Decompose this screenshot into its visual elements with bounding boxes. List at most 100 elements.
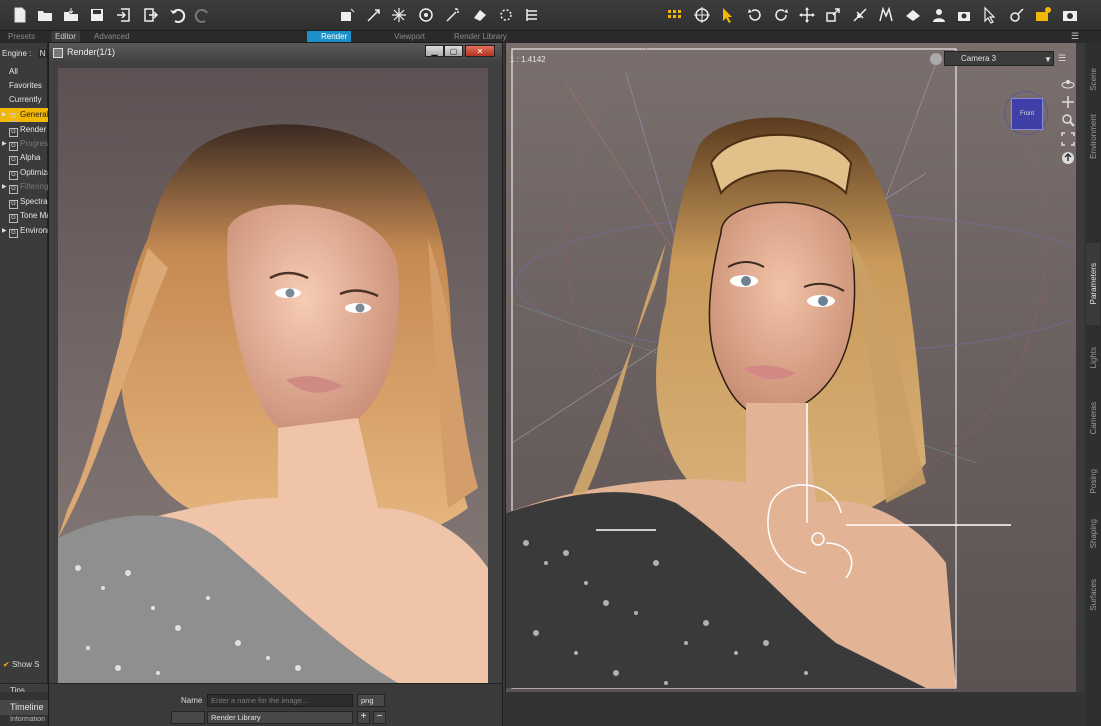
pane-menu-icon[interactable]: ☰ <box>1066 31 1084 43</box>
tab-cameras[interactable]: Cameras <box>1086 393 1100 443</box>
tab-parameters[interactable]: Parameters <box>1086 243 1100 325</box>
group-icon: G <box>9 156 18 165</box>
region-nav-icon[interactable] <box>1007 5 1027 25</box>
view-options-icon[interactable] <box>930 53 942 65</box>
rotate-icon[interactable] <box>745 5 765 25</box>
export-icon[interactable] <box>140 5 160 25</box>
tab-posing[interactable]: Posing <box>1086 461 1100 501</box>
maximize-button[interactable]: ▢ <box>444 45 463 57</box>
tab-presets[interactable]: Presets <box>4 31 39 43</box>
grid-icon[interactable] <box>665 5 685 25</box>
section-spectral[interactable]: G Spectral <box>0 195 48 209</box>
show-sub-checkbox[interactable]: ✔ Show S <box>3 660 40 669</box>
redo-icon[interactable] <box>193 5 213 25</box>
tab-shaping[interactable]: Shaping <box>1086 511 1100 557</box>
render-window[interactable]: Render(1/1) ▁ ▢ ✕ Name Enter a name for … <box>48 42 503 726</box>
chevron-down-icon: ▼ <box>1044 55 1052 64</box>
main-toolbar <box>0 0 1101 31</box>
filter-all[interactable]: All <box>0 65 48 79</box>
destination-select[interactable]: Render Library <box>207 711 353 724</box>
shader-icon[interactable] <box>443 5 463 25</box>
group-icon: G <box>9 113 18 122</box>
tab-timeline[interactable]: Timeline <box>0 700 48 715</box>
joint-editor-icon[interactable] <box>850 5 870 25</box>
image-preview-icon[interactable] <box>171 711 205 724</box>
section-general[interactable]: ▶ G General <box>0 108 48 122</box>
bars-icon[interactable] <box>522 5 542 25</box>
tab-information[interactable]: Information <box>0 716 48 726</box>
section-optimization[interactable]: GOptimization <box>0 166 48 180</box>
render-icon[interactable] <box>364 5 384 25</box>
new-file-icon[interactable] <box>10 5 30 25</box>
name-label: Name <box>181 696 203 705</box>
translate-icon[interactable] <box>797 5 817 25</box>
expand-arrow-icon: ▶ <box>2 112 7 118</box>
close-button[interactable]: ✕ <box>465 45 495 57</box>
node-weight-icon[interactable] <box>876 5 896 25</box>
section-filtering[interactable]: ▶ G Filtering <box>0 180 48 194</box>
undo-icon[interactable] <box>167 5 187 25</box>
universal-tool-icon[interactable] <box>692 5 712 25</box>
section-tone-mapping[interactable]: GTone Mapping <box>0 209 48 223</box>
daz-studio-window: Presets Editor Advanced Render Viewport … <box>0 0 1101 726</box>
render-window-title: Render(1/1) <box>67 47 116 57</box>
tab-lights[interactable]: Lights <box>1086 339 1100 377</box>
rendered-portrait <box>58 68 488 683</box>
section-render[interactable]: G Render <box>0 123 48 137</box>
surface-selection-icon[interactable] <box>903 5 923 25</box>
remove-button[interactable]: − <box>373 711 386 724</box>
filter-favorites[interactable]: Favorites <box>0 79 48 93</box>
expand-arrow-icon: ▶ <box>2 228 7 234</box>
camera-add-icon[interactable] <box>955 5 975 25</box>
iray-preview-icon[interactable] <box>389 5 409 25</box>
pose-tool-icon[interactable] <box>981 5 1001 25</box>
filter-currently[interactable]: Currently <box>0 93 48 107</box>
tab-surfaces[interactable]: Surfaces <box>1086 571 1100 619</box>
group-icon: G <box>9 171 18 180</box>
render-settings-icon[interactable] <box>337 5 357 25</box>
group-icon: G <box>9 142 18 151</box>
open-icon[interactable] <box>35 5 55 25</box>
merge-icon[interactable] <box>61 5 81 25</box>
format-select[interactable]: png <box>357 694 385 707</box>
render-image <box>58 68 488 726</box>
spot-render-icon[interactable] <box>416 5 436 25</box>
pan-icon[interactable] <box>1061 95 1075 109</box>
aspect-ratio-label: 1 : 1.4142 <box>510 55 546 64</box>
orbit-icon[interactable] <box>1061 77 1075 91</box>
reset-view-icon[interactable] <box>1061 151 1075 165</box>
active-pose-icon[interactable] <box>1033 5 1053 25</box>
nav-cube-face[interactable]: Front <box>1011 98 1043 130</box>
group-icon: G <box>9 200 18 209</box>
zoom-icon[interactable] <box>1061 113 1075 127</box>
add-button[interactable]: + <box>357 711 370 724</box>
import-icon[interactable] <box>114 5 134 25</box>
viewport-menu-icon[interactable]: ☰ <box>1058 53 1070 65</box>
render-camera-icon[interactable] <box>1060 5 1080 25</box>
mesh-icon[interactable] <box>470 5 490 25</box>
section-progressive[interactable]: ▶GProgressive <box>0 137 48 151</box>
group-icon: G <box>9 128 18 137</box>
twist-icon[interactable] <box>771 5 791 25</box>
engine-select[interactable]: N <box>37 49 48 58</box>
section-alpha[interactable]: G Alpha <box>0 151 48 165</box>
app-icon <box>53 48 63 58</box>
geometry-editor-icon[interactable] <box>929 5 949 25</box>
frame-icon[interactable] <box>1061 132 1075 146</box>
tab-scene[interactable]: Scene <box>1086 58 1100 100</box>
minimize-button[interactable]: ▁ <box>425 45 444 57</box>
lasso-icon[interactable] <box>496 5 516 25</box>
pointer-icon[interactable] <box>718 5 738 25</box>
group-icon: G <box>9 229 18 238</box>
section-environment[interactable]: ▶GEnvironment <box>0 224 48 238</box>
navigation-cube[interactable]: Front <box>1004 91 1048 135</box>
save-icon[interactable] <box>87 5 107 25</box>
render-window-titlebar[interactable]: Render(1/1) ▁ ▢ ✕ <box>49 43 502 63</box>
image-name-input[interactable]: Enter a name for the image... <box>207 694 353 707</box>
right-pane-tabs: Scene Environment Parameters Lights Came… <box>1085 43 1101 726</box>
scale-icon[interactable] <box>823 5 843 25</box>
viewport[interactable]: 1 : 1.4142 Camera 3 ▼ ☰ Front <box>505 43 1076 692</box>
camera-select[interactable]: Camera 3 <box>944 51 1054 66</box>
engine-label: Engine : <box>2 49 32 58</box>
tab-environment[interactable]: Environment <box>1086 105 1100 167</box>
